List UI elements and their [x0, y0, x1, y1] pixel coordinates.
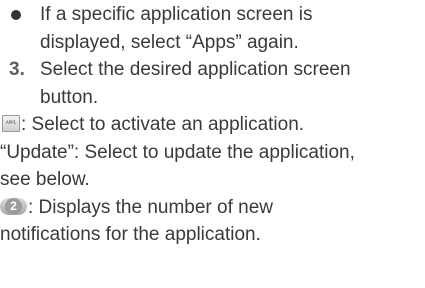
- app-icon-description: APP1 : Select to activate an application…: [0, 111, 425, 139]
- badge-text-line-2: notifications for the application.: [0, 224, 261, 245]
- bullet-text-line-1: If a specific application screen is: [40, 4, 313, 25]
- update-text-line-1: “Update”: Select to update the applicati…: [0, 141, 355, 163]
- app-button-icon: APP1: [2, 115, 20, 132]
- badge-description: 2 : Displays the number of new: [0, 194, 425, 222]
- app-icon-text: : Select to activate an application.: [21, 114, 305, 135]
- step-text-line-1: Select the desired application screen: [40, 59, 351, 80]
- update-text-line-2: see below.: [0, 169, 90, 190]
- app-button-icon-label: APP1: [5, 120, 17, 125]
- notification-count-badge-icon: 2: [0, 197, 27, 215]
- step-number: 3.: [9, 59, 25, 80]
- bullet-text-line-2-row: displayed, select “Apps” again.: [0, 29, 425, 57]
- bullet-text-line-2: displayed, select “Apps” again.: [40, 31, 299, 53]
- bullet-dot-icon: [11, 10, 21, 20]
- step-text-line-2-row: button.: [0, 84, 425, 112]
- update-description-line-1: “Update”: Select to update the applicati…: [0, 139, 425, 167]
- document-page: If a specific application screen is disp…: [0, 1, 425, 249]
- update-description-line-2: see below.: [0, 166, 425, 194]
- badge-description-line-2: notifications for the application.: [0, 221, 425, 249]
- step-item: 3. Select the desired application screen: [0, 56, 425, 84]
- badge-text-line-1: : Displays the number of new: [28, 196, 274, 218]
- bullet-item: If a specific application screen is: [0, 1, 425, 29]
- notification-count-number: 2: [5, 197, 22, 215]
- step-text-line-2: button.: [40, 86, 99, 108]
